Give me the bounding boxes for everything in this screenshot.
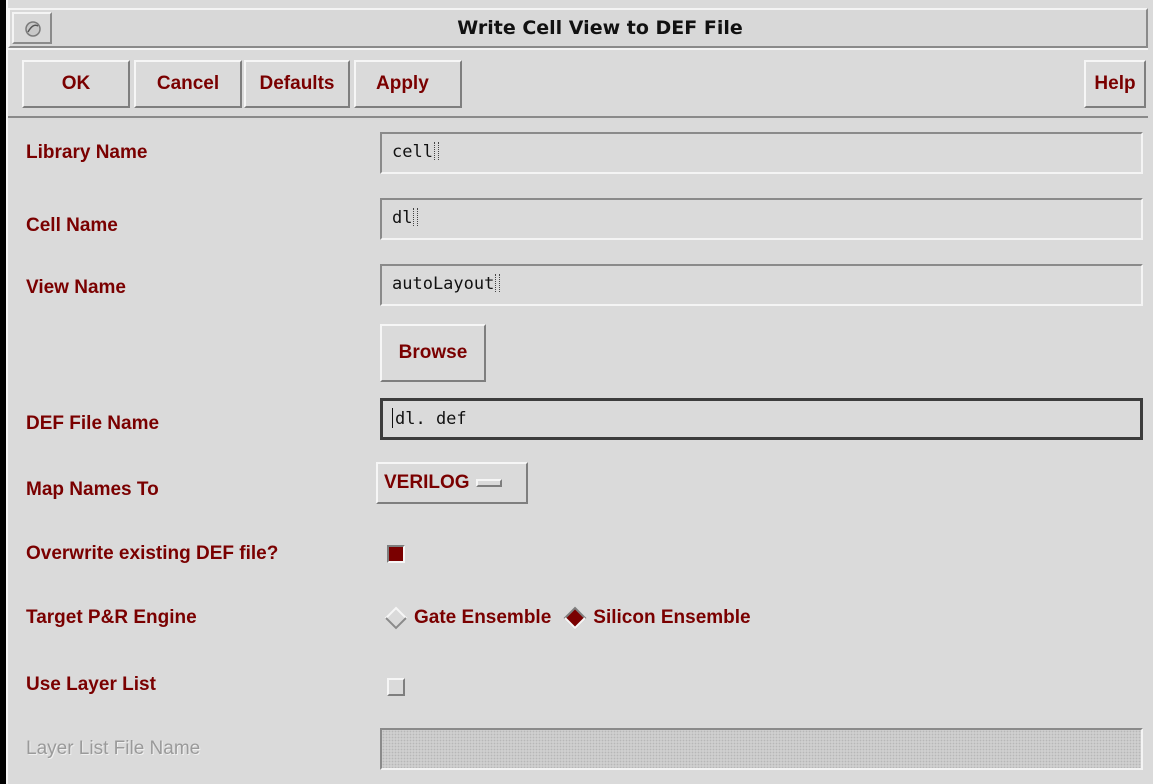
radio-gate-ensemble-label: Gate Ensemble (414, 607, 552, 628)
title-bar[interactable]: Write Cell View to DEF File (8, 8, 1148, 48)
use-layer-list-label: Use Layer List (26, 674, 156, 695)
view-name-value: autoLayout (392, 274, 495, 294)
cell-name-value: dl (392, 208, 413, 228)
view-name-label: View Name (26, 277, 126, 298)
library-name-label: Library Name (26, 142, 148, 163)
cell-name-field[interactable]: dl (380, 198, 1143, 240)
text-cursor-icon (413, 208, 419, 226)
map-names-to-value: VERILOG (384, 472, 470, 493)
defaults-button[interactable]: Defaults (244, 60, 350, 108)
def-file-name-label: DEF File Name (26, 413, 160, 434)
def-file-name-field[interactable]: dl. def (380, 398, 1143, 440)
radio-gate-ensemble[interactable]: Gate Ensemble (384, 606, 551, 630)
apply-button[interactable]: Apply (354, 60, 462, 108)
cancel-button[interactable]: Cancel (134, 60, 242, 108)
map-names-to-label: Map Names To (26, 479, 159, 500)
target-engine-radio-group: Gate Ensemble Silicon Ensemble (384, 603, 763, 633)
window-title: Write Cell View to DEF File (457, 17, 743, 39)
def-file-name-value: dl. def (395, 409, 467, 429)
radio-silicon-ensemble-label: Silicon Ensemble (593, 607, 751, 628)
ok-button[interactable]: OK (22, 60, 130, 108)
text-cursor-icon (433, 142, 439, 160)
view-name-field[interactable]: autoLayout (380, 264, 1143, 306)
radio-silicon-ensemble[interactable]: Silicon Ensemble (563, 606, 751, 630)
overwrite-checkbox[interactable] (387, 545, 405, 563)
map-names-to-menu[interactable]: VERILOG (376, 462, 528, 504)
text-cursor-icon (392, 408, 393, 428)
library-name-value: cell (392, 142, 433, 162)
layer-list-file-field (380, 728, 1143, 770)
overwrite-label: Overwrite existing DEF file? (26, 543, 279, 564)
window-menu-button[interactable] (12, 12, 52, 44)
browse-button[interactable]: Browse (380, 324, 486, 382)
layer-list-file-label: Layer List File Name (26, 738, 201, 759)
option-menu-indicator-icon (475, 479, 502, 487)
help-button[interactable]: Help (1084, 60, 1146, 108)
cell-name-label: Cell Name (26, 215, 118, 236)
radio-diamond-selected-icon (563, 606, 587, 630)
radio-diamond-icon (384, 606, 408, 630)
button-bar: OK Cancel Defaults Apply Help (8, 48, 1148, 118)
library-name-field[interactable]: cell (380, 132, 1143, 174)
dialog-window: Write Cell View to DEF File OK Cancel De… (0, 0, 1153, 784)
window-menu-icon (25, 21, 41, 37)
target-engine-label: Target P&R Engine (26, 607, 197, 628)
text-cursor-icon (495, 274, 501, 292)
use-layer-list-checkbox[interactable] (387, 678, 405, 696)
